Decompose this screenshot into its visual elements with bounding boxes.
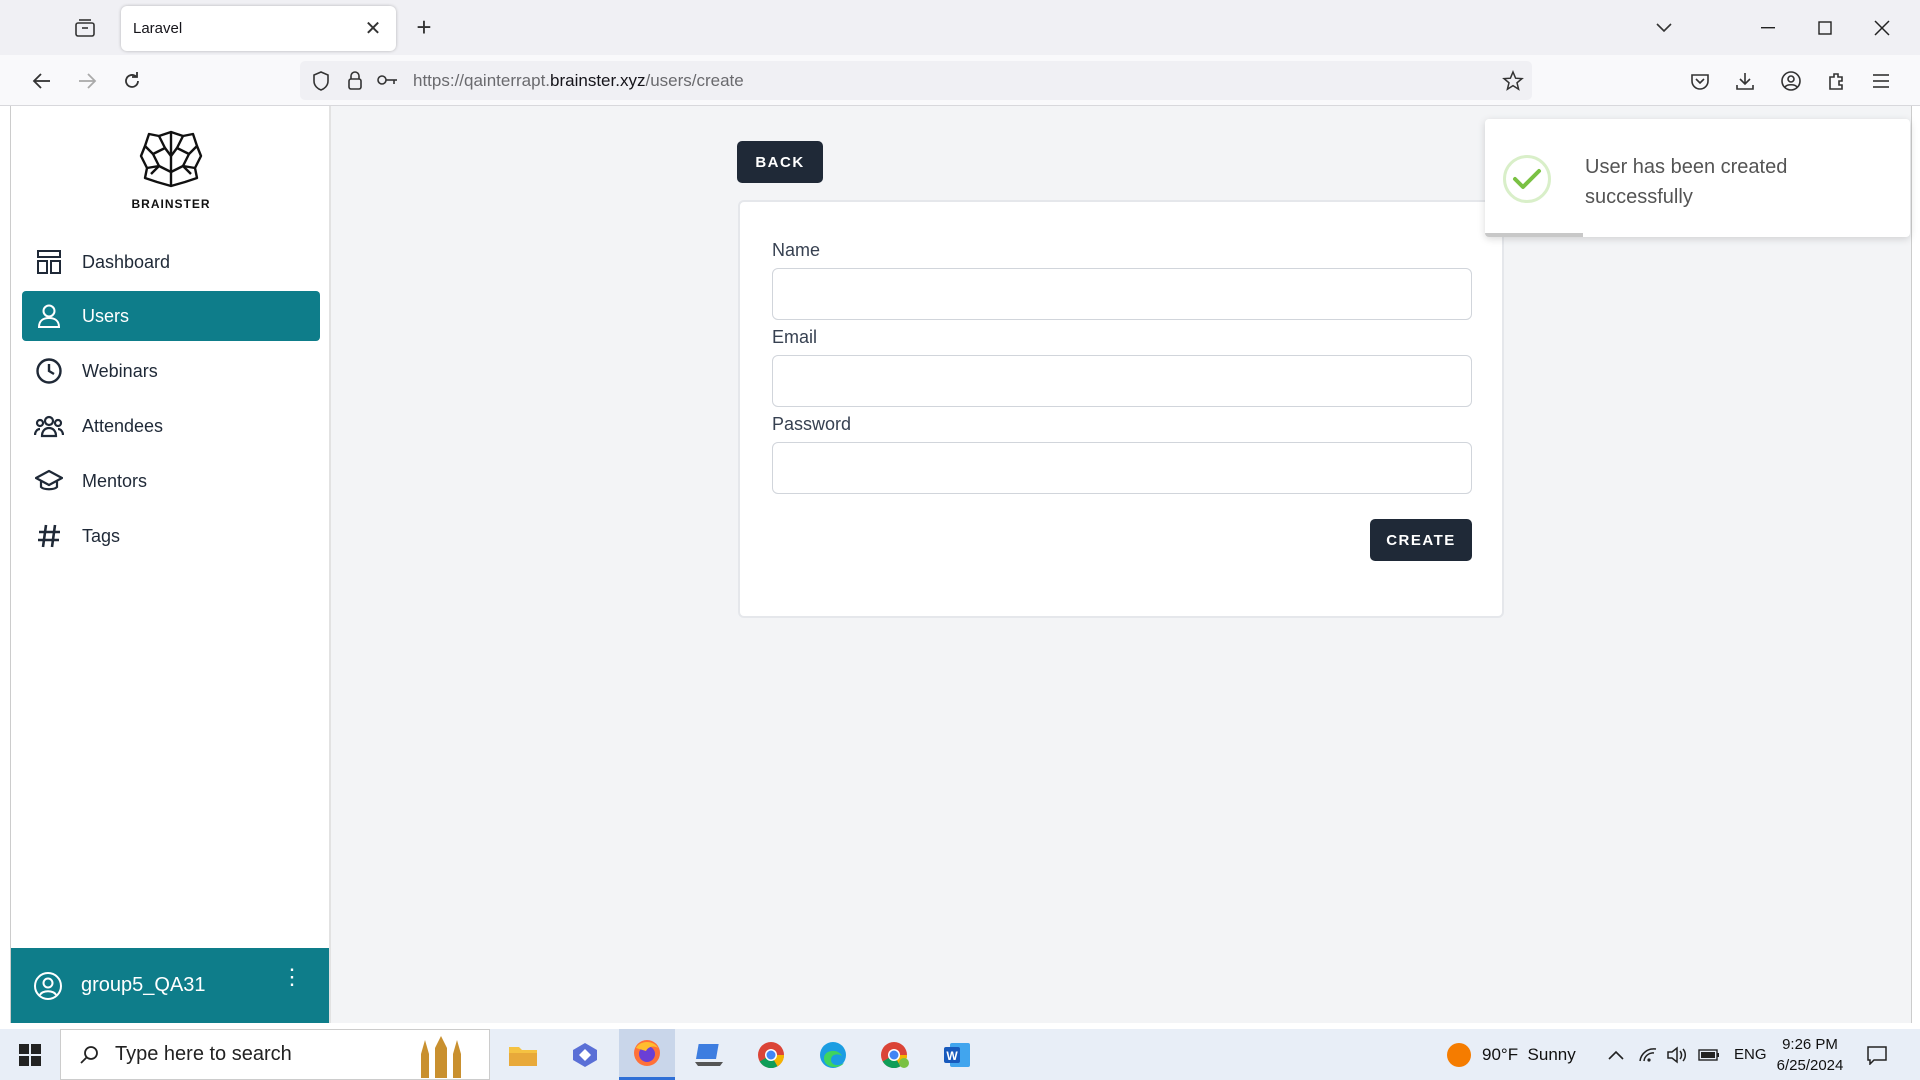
sidebar-item-attendees[interactable]: Attendees xyxy=(22,401,320,451)
user-icon xyxy=(34,301,64,331)
account-icon[interactable] xyxy=(1776,66,1806,96)
clock[interactable]: 9:26 PM 6/25/2024 xyxy=(1775,1029,1845,1080)
sidebar-item-users[interactable]: Users xyxy=(22,291,320,341)
tab-list-icon[interactable] xyxy=(70,16,100,40)
clock-date: 6/25/2024 xyxy=(1776,1056,1844,1074)
windows-start-icon[interactable] xyxy=(0,1029,60,1080)
brain-logo-icon xyxy=(139,130,203,188)
extensions-icon[interactable] xyxy=(1821,66,1851,96)
people-icon xyxy=(34,411,64,441)
key-icon[interactable] xyxy=(377,73,399,92)
email-label: Email xyxy=(772,327,818,347)
brainster-logo[interactable]: BRAINSTER xyxy=(121,128,221,211)
browser-nav-bar: https://qainterrapt.brainster.xyz/users/… xyxy=(0,55,1920,106)
downloads-icon[interactable] xyxy=(1730,66,1760,96)
back-button[interactable]: BACK xyxy=(737,141,823,183)
tab-title: Laravel xyxy=(133,20,183,37)
search-highlight-image-icon xyxy=(411,1034,471,1078)
back-arrow-icon[interactable] xyxy=(27,66,57,96)
weather-text: 90°F Sunny xyxy=(1482,1044,1576,1064)
chrome-profile-icon[interactable] xyxy=(867,1029,923,1080)
windows-taskbar: Type here to search W 90°F Sunny ENG 9:2… xyxy=(0,1029,1920,1080)
close-tab-icon[interactable]: ✕ xyxy=(362,16,384,41)
word-icon[interactable]: W xyxy=(929,1029,985,1080)
toast-message: User has been created successfully xyxy=(1585,156,1788,208)
url-text[interactable]: https://qainterrapt.brainster.xyz/users/… xyxy=(413,71,744,91)
notifications-icon[interactable] xyxy=(1866,1029,1888,1080)
copilot-app-icon[interactable] xyxy=(557,1029,613,1080)
lock-icon[interactable] xyxy=(346,70,364,97)
clock-icon xyxy=(34,356,64,386)
browser-tab-bar: Laravel ✕ + xyxy=(0,0,1920,55)
shield-icon[interactable] xyxy=(311,70,331,97)
clock-time: 9:26 PM xyxy=(1782,1035,1838,1053)
search-icon xyxy=(79,1045,99,1065)
user-profile-bar[interactable]: group5_QA31 ⋮ xyxy=(11,948,329,1023)
url-path: /users/create xyxy=(645,71,744,90)
sidebar-item-label: Users xyxy=(82,305,130,326)
user-circle-icon xyxy=(33,971,63,1001)
network-icon[interactable] xyxy=(1638,1029,1658,1080)
password-field[interactable] xyxy=(772,442,1472,494)
new-tab-icon[interactable]: + xyxy=(412,14,436,40)
password-label: Password xyxy=(772,414,852,434)
url-bar[interactable]: https://qainterrapt.brainster.xyz/users/… xyxy=(300,61,1532,100)
user-name: group5_QA31 xyxy=(81,974,206,996)
language-indicator[interactable]: ENG xyxy=(1734,1029,1767,1080)
firefox-icon[interactable] xyxy=(619,1029,675,1080)
taskbar-search-box[interactable]: Type here to search xyxy=(60,1029,490,1080)
weather-widget[interactable]: 90°F Sunny xyxy=(1446,1029,1576,1080)
url-prefix: https://qainterrapt. xyxy=(413,71,551,90)
left-window-edge xyxy=(0,106,11,1023)
browser-tab[interactable]: Laravel ✕ xyxy=(121,6,396,51)
sidebar: BRAINSTER Dashboard Users Webinars Atten… xyxy=(11,106,331,1023)
url-domain: brainster.xyz xyxy=(550,71,646,90)
sun-icon xyxy=(1446,1042,1472,1068)
success-toast[interactable]: User has been created successfully xyxy=(1485,119,1910,237)
right-window-edge xyxy=(1911,106,1920,1023)
graduation-cap-icon xyxy=(34,466,64,496)
sidebar-item-tags[interactable]: Tags xyxy=(22,511,320,561)
show-hidden-icons-icon[interactable] xyxy=(1608,1029,1624,1080)
laptop-app-icon[interactable] xyxy=(681,1029,737,1080)
battery-icon[interactable] xyxy=(1698,1029,1720,1080)
bookmark-star-icon[interactable] xyxy=(1502,70,1524,97)
menu-icon[interactable] xyxy=(1866,66,1896,96)
forward-arrow-icon[interactable] xyxy=(72,66,102,96)
more-options-icon[interactable]: ⋮ xyxy=(281,966,303,988)
toast-progress-bar xyxy=(1485,233,1583,237)
email-field[interactable] xyxy=(772,355,1472,407)
minimize-icon[interactable] xyxy=(1740,0,1796,55)
sidebar-item-label: Attendees xyxy=(82,415,164,436)
volume-icon[interactable] xyxy=(1666,1029,1688,1080)
dashboard-icon xyxy=(34,247,64,277)
app-area: BRAINSTER Dashboard Users Webinars Atten… xyxy=(11,106,1911,1023)
sidebar-item-label: Webinars xyxy=(82,360,158,381)
create-button[interactable]: CREATE xyxy=(1370,519,1472,561)
name-field[interactable] xyxy=(772,268,1472,320)
sidebar-item-webinars[interactable]: Webinars xyxy=(22,346,320,396)
sidebar-item-label: Tags xyxy=(82,525,121,546)
sidebar-item-label: Dashboard xyxy=(82,251,171,272)
sidebar-item-dashboard[interactable]: Dashboard xyxy=(22,237,320,287)
search-placeholder: Type here to search xyxy=(115,1043,292,1065)
sidebar-item-label: Mentors xyxy=(82,470,148,491)
reload-icon[interactable] xyxy=(117,66,147,96)
hashtag-icon xyxy=(34,521,64,551)
sidebar-item-mentors[interactable]: Mentors xyxy=(22,456,320,506)
file-explorer-icon[interactable] xyxy=(495,1029,551,1080)
success-check-icon xyxy=(1503,155,1551,203)
logo-text: BRAINSTER xyxy=(131,197,211,211)
create-user-form: Name Email Password CREATE xyxy=(738,200,1504,618)
close-window-icon[interactable] xyxy=(1854,0,1910,55)
list-all-tabs-icon[interactable] xyxy=(1636,0,1692,55)
chrome-icon[interactable] xyxy=(743,1029,799,1080)
maximize-icon[interactable] xyxy=(1797,0,1853,55)
name-label: Name xyxy=(772,240,821,260)
edge-icon[interactable] xyxy=(805,1029,861,1080)
pocket-icon[interactable] xyxy=(1685,66,1715,96)
svg-text:W: W xyxy=(946,1049,958,1063)
